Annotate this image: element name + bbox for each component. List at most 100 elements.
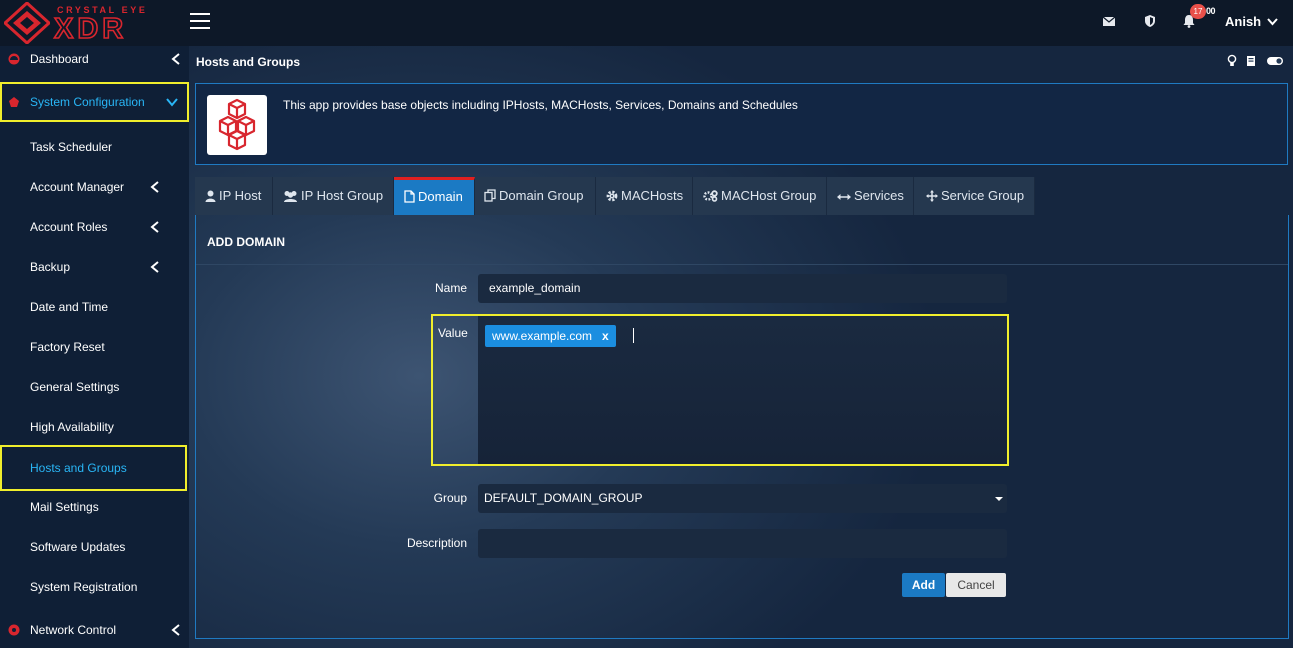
arrows-horizontal-icon xyxy=(837,194,851,200)
notification-count-suffix: 00 xyxy=(1206,6,1216,16)
sidebar-item-account-manager[interactable]: Account Manager xyxy=(0,167,189,207)
cubes-icon xyxy=(218,98,256,151)
tab-domain[interactable]: Domain xyxy=(394,177,475,215)
sidebar: Dashboard System Configuration Task Sche… xyxy=(0,46,189,648)
sidebar-item-label: Task Scheduler xyxy=(30,140,113,154)
sidebar-item-label: Software Updates xyxy=(30,540,126,554)
sidebar-item-label: General Settings xyxy=(30,380,120,394)
sidebar-item-factory-reset[interactable]: Factory Reset xyxy=(0,327,189,367)
panel-title: ADD DOMAIN xyxy=(207,235,285,249)
tag-remove-icon[interactable]: x xyxy=(602,329,609,343)
tab-label: IP Host Group xyxy=(301,188,384,203)
user-menu[interactable]: Anish xyxy=(1225,14,1278,29)
book-icon[interactable] xyxy=(1245,54,1257,68)
value-tag[interactable]: www.example.com x xyxy=(485,325,616,347)
main-content: Hosts and Groups This app provides base … xyxy=(189,46,1293,648)
sidebar-item-label: Account Roles xyxy=(30,220,108,234)
sidebar-item-label: High Availability xyxy=(30,420,114,434)
menu-toggle-icon[interactable] xyxy=(190,13,210,31)
sidebar-item-software-updates[interactable]: Software Updates xyxy=(0,527,189,567)
value-tags-input[interactable]: www.example.com x xyxy=(478,316,1007,464)
tab-label: Service Group xyxy=(941,188,1025,203)
lightbulb-icon[interactable] xyxy=(1226,54,1238,68)
sidebar-item-label: System Registration xyxy=(30,580,138,594)
tab-service-group[interactable]: Service Group xyxy=(914,177,1035,215)
add-domain-panel: ADD DOMAIN Name example_domain Value www… xyxy=(195,215,1289,639)
name-label: Name xyxy=(434,281,467,295)
group-label: Group xyxy=(433,491,467,505)
sidebar-item-dashboard[interactable]: Dashboard xyxy=(0,39,189,79)
sidebar-item-label: Network Control xyxy=(30,623,117,637)
user-name: Anish xyxy=(1225,14,1262,29)
chevron-left-icon xyxy=(171,53,180,65)
description-label: Description xyxy=(406,536,467,550)
system-configuration-icon xyxy=(9,97,19,107)
tab-machosts[interactable]: MACHosts xyxy=(596,177,693,215)
file-icon xyxy=(404,190,415,203)
top-bar: CRYSTAL EYE XDR 17 00 Anish xyxy=(0,0,1293,46)
network-control-icon xyxy=(8,624,20,636)
sidebar-item-mail-settings[interactable]: Mail Settings xyxy=(0,487,189,527)
tab-label: IP Host xyxy=(219,188,262,203)
users-icon xyxy=(284,191,297,202)
sidebar-item-system-configuration[interactable]: System Configuration xyxy=(0,82,189,122)
sidebar-item-system-registration[interactable]: System Registration xyxy=(0,567,189,607)
sidebar-item-date-and-time[interactable]: Date and Time xyxy=(0,287,189,327)
value-field-highlight: Value www.example.com x xyxy=(431,314,1009,466)
logo-mark-icon xyxy=(4,2,50,44)
app-description: This app provides base objects including… xyxy=(283,98,798,112)
sidebar-item-label: Dashboard xyxy=(30,52,89,66)
description-field[interactable] xyxy=(478,529,1007,558)
tab-services[interactable]: Services xyxy=(827,177,914,215)
sidebar-item-label: Account Manager xyxy=(30,180,125,194)
chevron-left-icon xyxy=(150,221,159,233)
add-button[interactable]: Add xyxy=(902,573,945,597)
sidebar-item-network-control[interactable]: Network Control xyxy=(0,610,189,648)
sidebar-item-label: Hosts and Groups xyxy=(30,461,127,475)
chevron-left-icon xyxy=(171,624,180,636)
tab-label: Domain Group xyxy=(499,188,584,203)
sidebar-item-general-settings[interactable]: General Settings xyxy=(0,367,189,407)
group-select[interactable]: DEFAULT_DOMAIN_GROUP xyxy=(478,484,1007,513)
mail-icon[interactable] xyxy=(1102,14,1116,28)
tab-domain-group[interactable]: Domain Group xyxy=(475,177,596,215)
caret-down-icon xyxy=(995,497,1003,501)
user-icon xyxy=(205,190,216,202)
app-icon xyxy=(207,95,267,155)
chevron-down-icon xyxy=(166,98,178,107)
sidebar-item-label: Backup xyxy=(30,260,71,274)
copy-icon xyxy=(484,189,496,202)
sidebar-item-high-availability[interactable]: High Availability xyxy=(0,407,189,447)
chevron-left-icon xyxy=(150,261,159,273)
sidebar-item-backup[interactable]: Backup xyxy=(0,247,189,287)
name-field[interactable]: example_domain xyxy=(478,274,1007,303)
gears-icon xyxy=(703,190,718,202)
value-label: Value xyxy=(438,326,468,340)
sidebar-item-label: Date and Time xyxy=(30,300,109,314)
sidebar-item-label: Factory Reset xyxy=(30,340,105,354)
tab-label: MACHosts xyxy=(621,188,684,203)
tab-ip-host-group[interactable]: IP Host Group xyxy=(273,177,394,215)
sidebar-item-label: Mail Settings xyxy=(30,500,99,514)
tab-label: Services xyxy=(854,188,904,203)
sidebar-item-label: System Configuration xyxy=(30,95,145,109)
move-icon xyxy=(926,190,938,202)
gear-icon xyxy=(606,190,618,202)
dashboard-icon xyxy=(8,53,20,65)
sidebar-item-hosts-and-groups[interactable]: Hosts and Groups xyxy=(0,445,187,491)
value-tag-label: www.example.com xyxy=(492,329,593,343)
chevron-left-icon xyxy=(150,181,159,193)
tab-ip-host[interactable]: IP Host xyxy=(195,177,273,215)
tab-machost-group[interactable]: MACHost Group xyxy=(693,177,827,215)
sidebar-item-account-roles[interactable]: Account Roles xyxy=(0,207,189,247)
crystal-eye-xdr-logo[interactable]: CRYSTAL EYE XDR xyxy=(4,2,174,45)
app-info-box: This app provides base objects including… xyxy=(195,83,1288,165)
page-title: Hosts and Groups xyxy=(196,55,301,69)
shield-icon[interactable] xyxy=(1143,14,1157,28)
tab-label: Domain xyxy=(418,189,463,204)
notification-badge: 17 xyxy=(1190,4,1206,19)
cancel-button[interactable]: Cancel xyxy=(946,573,1006,597)
toggle-icon[interactable] xyxy=(1266,54,1284,68)
text-cursor xyxy=(633,328,634,343)
sidebar-item-task-scheduler[interactable]: Task Scheduler xyxy=(0,127,189,167)
